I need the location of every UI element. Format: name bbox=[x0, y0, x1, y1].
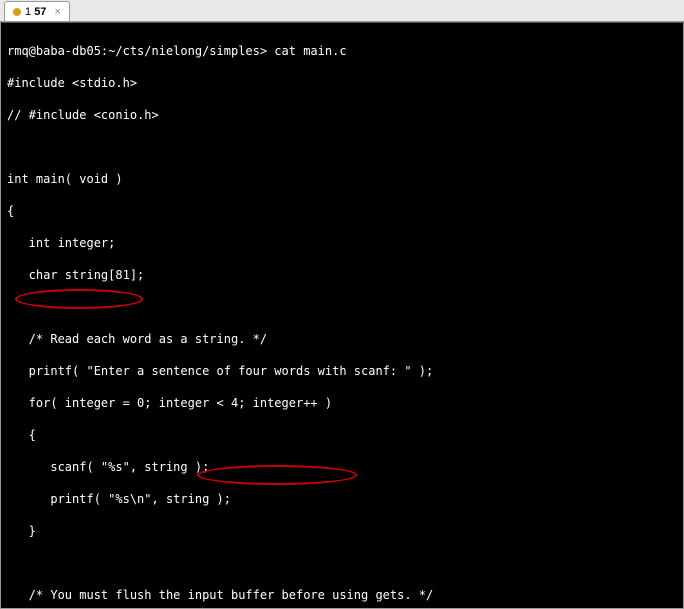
code-line: int integer; bbox=[7, 235, 677, 251]
tab-label: 1 57 bbox=[25, 6, 46, 18]
code-line: { bbox=[7, 427, 677, 443]
close-icon[interactable]: × bbox=[54, 6, 60, 18]
code-line: printf( "%s\n", string ); bbox=[7, 491, 677, 507]
code-line: { bbox=[7, 203, 677, 219]
terminal-tab[interactable]: 1 57 × bbox=[4, 1, 70, 21]
code-line: #include <stdio.h> bbox=[7, 75, 677, 91]
code-line: /* Read each word as a string. */ bbox=[7, 331, 677, 347]
code-line bbox=[7, 299, 677, 315]
terminal-output[interactable]: rmq@baba-db05:~/cts/nielong/simples> cat… bbox=[0, 22, 684, 609]
prompt-line: rmq@baba-db05:~/cts/nielong/simples> cat… bbox=[7, 43, 677, 59]
code-line: int main( void ) bbox=[7, 171, 677, 187]
code-line: scanf( "%s", string ); bbox=[7, 459, 677, 475]
code-line: // #include <conio.h> bbox=[7, 107, 677, 123]
code-line bbox=[7, 139, 677, 155]
code-line bbox=[7, 555, 677, 571]
tab-bar: 1 57 × bbox=[0, 0, 684, 22]
code-line: printf( "Enter a sentence of four words … bbox=[7, 363, 677, 379]
code-line: /* You must flush the input buffer befor… bbox=[7, 587, 677, 603]
code-line: } bbox=[7, 523, 677, 539]
code-line: char string[81]; bbox=[7, 267, 677, 283]
code-line: for( integer = 0; integer < 4; integer++… bbox=[7, 395, 677, 411]
tab-status-dot-icon bbox=[13, 8, 21, 16]
